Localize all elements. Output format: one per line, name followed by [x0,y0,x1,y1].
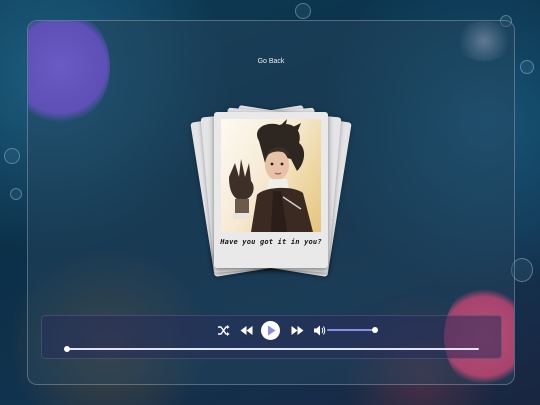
fast-forward-icon [291,326,304,335]
rewind-button[interactable] [240,324,253,337]
background-bubble [295,3,311,19]
shuffle-button[interactable] [217,324,230,337]
album-caption: Have you got it in you? [220,238,322,246]
player-controls [41,315,502,359]
background-bubble [520,60,534,74]
seek-bar-handle[interactable] [64,346,70,352]
background-bubble [10,188,22,200]
shuffle-icon [218,325,230,336]
play-icon [268,325,276,336]
fast-forward-button[interactable] [291,324,304,337]
volume-slider-handle[interactable] [372,327,378,333]
background-bubble [4,148,20,164]
player-panel: Go Back Have you got it in you? [27,20,515,385]
play-button[interactable] [261,321,280,340]
volume-slider-track[interactable] [327,329,376,331]
album-card-stack[interactable]: Have you got it in you? [190,105,352,277]
volume-icon [314,325,326,336]
decorative-orb-purple [28,21,110,126]
album-cover-image [221,119,321,232]
rewind-icon [240,326,253,335]
decorative-orb-light [454,21,514,61]
seek-bar-track[interactable] [66,348,479,350]
volume-button[interactable] [313,324,326,337]
go-back-button[interactable]: Go Back [28,57,514,66]
album-card-front[interactable]: Have you got it in you? [214,112,328,268]
